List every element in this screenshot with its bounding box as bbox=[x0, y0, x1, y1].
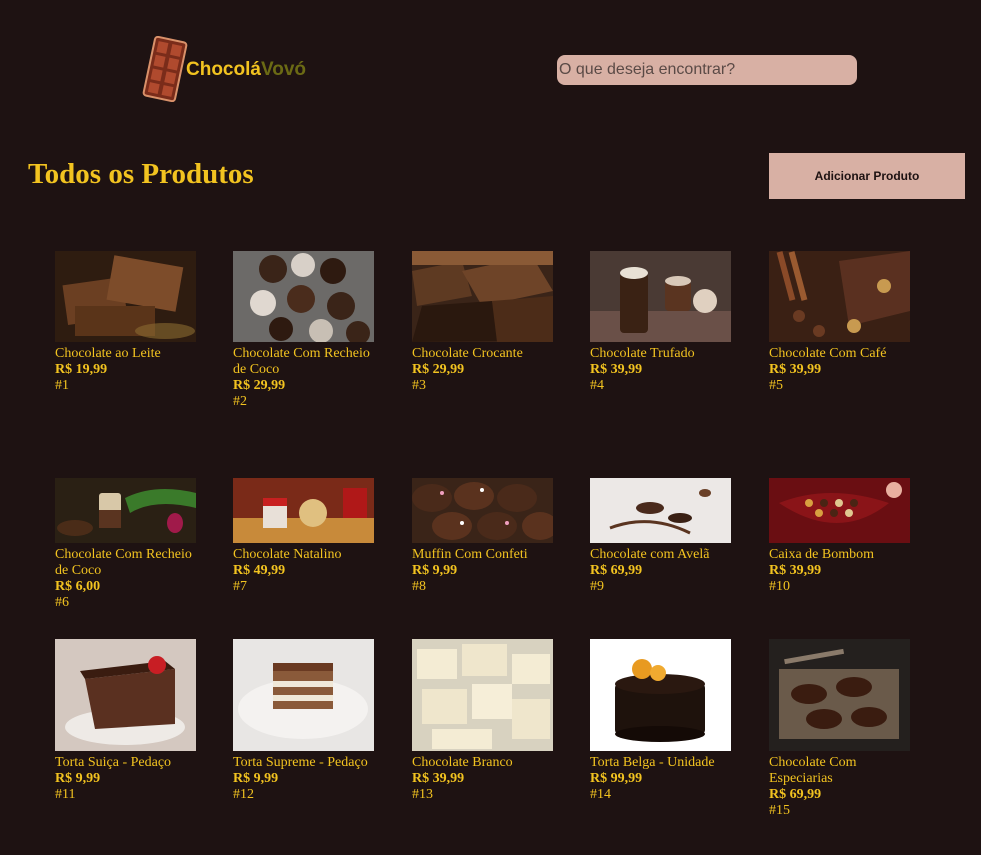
product-card[interactable]: Torta Belga - Unidade R$ 99,99 #14 bbox=[590, 639, 731, 803]
product-image[interactable] bbox=[590, 478, 731, 543]
product-price: R$ 49,99 bbox=[233, 563, 286, 578]
product-price: R$ 6,00 bbox=[55, 579, 101, 594]
product-card[interactable]: Chocolate Trufado R$ 39,99 #4 bbox=[590, 251, 731, 394]
product-name[interactable]: Torta Supreme - Pedaço bbox=[233, 755, 374, 771]
brand-logo[interactable]: ChocoláVovó bbox=[142, 36, 306, 102]
product-card[interactable]: Chocolate Com Recheio de Coco R$ 6,00 #6 bbox=[55, 478, 196, 611]
product-name[interactable]: Chocolate Crocante bbox=[412, 346, 553, 362]
product-image[interactable] bbox=[233, 639, 374, 751]
product-price: R$ 9,99 bbox=[233, 771, 279, 786]
product-price: R$ 19,99 bbox=[55, 362, 108, 377]
product-card[interactable]: Chocolate Com Especiarias R$ 69,99 #15 bbox=[769, 639, 910, 819]
product-image[interactable] bbox=[412, 251, 553, 342]
product-name[interactable]: Chocolate ao Leite bbox=[55, 346, 196, 362]
product-price: R$ 9,99 bbox=[55, 771, 101, 786]
product-price: R$ 99,99 bbox=[590, 771, 643, 786]
product-name[interactable]: Muffin Com Confeti bbox=[412, 547, 553, 563]
product-price: R$ 39,99 bbox=[412, 771, 465, 786]
product-id: #2 bbox=[233, 394, 247, 409]
product-image[interactable] bbox=[55, 639, 196, 751]
product-name[interactable]: Caixa de Bombom bbox=[769, 547, 910, 563]
product-image[interactable] bbox=[233, 478, 374, 543]
product-id: #13 bbox=[412, 787, 433, 802]
product-card[interactable]: Chocolate com Avelã R$ 69,99 #9 bbox=[590, 478, 731, 595]
product-name[interactable]: Torta Suiça - Pedaço bbox=[55, 755, 196, 771]
product-image[interactable] bbox=[412, 478, 553, 543]
product-card[interactable]: Caixa de Bombom R$ 39,99 #10 bbox=[769, 478, 910, 595]
product-name[interactable]: Chocolate Com Recheio de Coco bbox=[55, 547, 196, 579]
product-card[interactable]: Muffin Com Confeti R$ 9,99 #8 bbox=[412, 478, 553, 595]
product-name[interactable]: Chocolate Com Recheio de Coco bbox=[233, 346, 374, 378]
product-id: #6 bbox=[55, 595, 69, 610]
product-card[interactable]: Torta Suiça - Pedaço R$ 9,99 #11 bbox=[55, 639, 196, 803]
product-image[interactable] bbox=[55, 478, 196, 543]
search-input[interactable] bbox=[557, 55, 857, 85]
product-name[interactable]: Chocolate Com Café bbox=[769, 346, 910, 362]
brand-name-part2: Vovó bbox=[260, 59, 306, 80]
product-card[interactable]: Chocolate Crocante R$ 29,99 #3 bbox=[412, 251, 553, 394]
product-image[interactable] bbox=[233, 251, 374, 342]
product-name[interactable]: Chocolate com Avelã bbox=[590, 547, 731, 563]
product-card[interactable]: Chocolate Natalino R$ 49,99 #7 bbox=[233, 478, 374, 595]
product-name[interactable]: Chocolate Natalino bbox=[233, 547, 374, 563]
product-card[interactable]: Torta Supreme - Pedaço R$ 9,99 #12 bbox=[233, 639, 374, 803]
product-price: R$ 39,99 bbox=[590, 362, 643, 377]
product-id: #7 bbox=[233, 579, 247, 594]
product-price: R$ 39,99 bbox=[769, 563, 822, 578]
product-image[interactable] bbox=[55, 251, 196, 342]
product-card[interactable]: Chocolate Com Recheio de Coco R$ 29,99 #… bbox=[233, 251, 374, 410]
product-id: #9 bbox=[590, 579, 604, 594]
product-id: #12 bbox=[233, 787, 254, 802]
brand-name: ChocoláVovó bbox=[186, 59, 306, 81]
product-id: #1 bbox=[55, 378, 69, 393]
product-price: R$ 29,99 bbox=[233, 378, 286, 393]
product-id: #5 bbox=[769, 378, 783, 393]
product-image[interactable] bbox=[769, 251, 910, 342]
product-image[interactable] bbox=[590, 251, 731, 342]
chocolate-bar-icon bbox=[142, 36, 188, 102]
product-price: R$ 29,99 bbox=[412, 362, 465, 377]
product-id: #11 bbox=[55, 787, 76, 802]
product-name[interactable]: Chocolate Branco bbox=[412, 755, 553, 771]
product-name[interactable]: Chocolate Com Especiarias bbox=[769, 755, 910, 787]
add-product-button[interactable]: Adicionar Produto bbox=[769, 153, 965, 199]
product-id: #8 bbox=[412, 579, 426, 594]
product-id: #15 bbox=[769, 803, 790, 818]
product-id: #10 bbox=[769, 579, 790, 594]
product-card[interactable]: Chocolate ao Leite R$ 19,99 #1 bbox=[55, 251, 196, 394]
product-image[interactable] bbox=[769, 478, 910, 543]
product-price: R$ 69,99 bbox=[590, 563, 643, 578]
product-card[interactable]: Chocolate Com Café R$ 39,99 #5 bbox=[769, 251, 910, 394]
product-image[interactable] bbox=[769, 639, 910, 751]
brand-name-part1: Chocolá bbox=[186, 59, 261, 80]
product-price: R$ 9,99 bbox=[412, 563, 458, 578]
product-image[interactable] bbox=[590, 639, 731, 751]
product-price: R$ 69,99 bbox=[769, 787, 822, 802]
product-name[interactable]: Chocolate Trufado bbox=[590, 346, 731, 362]
product-id: #14 bbox=[590, 787, 611, 802]
product-card[interactable]: Chocolate Branco R$ 39,99 #13 bbox=[412, 639, 553, 803]
product-id: #3 bbox=[412, 378, 426, 393]
product-price: R$ 39,99 bbox=[769, 362, 822, 377]
page-title: Todos os Produtos bbox=[28, 158, 254, 190]
product-image[interactable] bbox=[412, 639, 553, 751]
product-id: #4 bbox=[590, 378, 604, 393]
product-name[interactable]: Torta Belga - Unidade bbox=[590, 755, 731, 771]
